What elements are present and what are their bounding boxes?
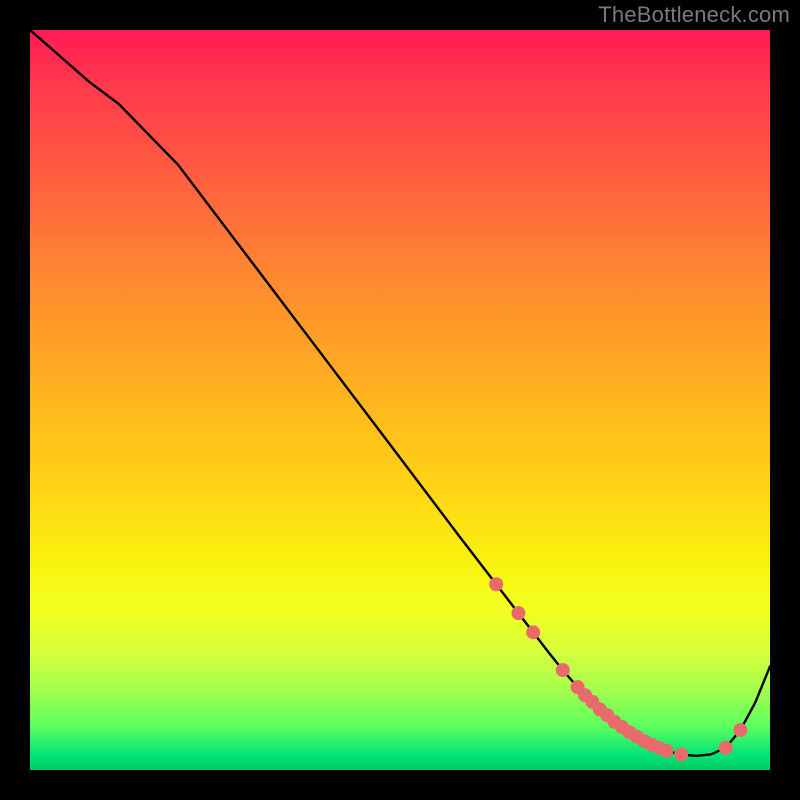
chart-container: TheBottleneck.com [0,0,800,800]
curve-marker [556,663,570,677]
curve-marker [733,723,747,737]
curve-marker [659,744,673,758]
curve-marker [511,606,525,620]
curve-line [30,30,770,756]
curve-marker [719,741,733,755]
curve-marker [489,577,503,591]
curve-markers [489,577,747,761]
chart-overlay-svg [30,30,770,770]
curve-path [30,30,770,756]
plot-area [30,30,770,770]
curve-marker [526,625,540,639]
curve-marker [674,747,688,761]
watermark-text: TheBottleneck.com [598,2,790,28]
